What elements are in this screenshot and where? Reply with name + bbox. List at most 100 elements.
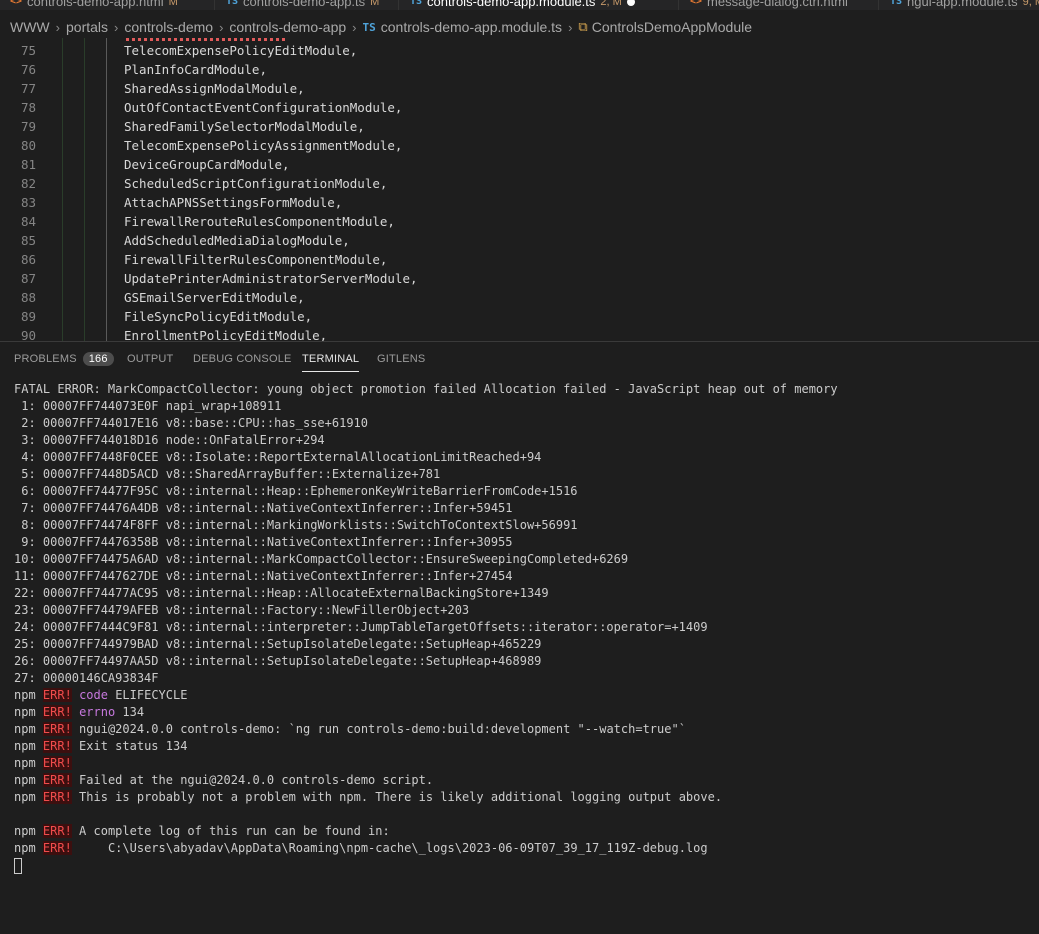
code-line: 84 FirewallRerouteRulesComponentModule, bbox=[0, 212, 1039, 231]
editor-tab[interactable]: TS ngui-app.module.ts 9, M bbox=[890, 0, 1039, 10]
breadcrumb-item-portals[interactable]: portals bbox=[66, 19, 108, 35]
terminal-text: This is probably not a problem with npm.… bbox=[71, 790, 723, 804]
modified-marker: 9, M bbox=[1022, 0, 1039, 8]
editor-tab[interactable]: <> message-dialog.ctrl.html bbox=[690, 0, 848, 10]
line-number: 79 bbox=[20, 119, 36, 134]
code-line: 89 FileSyncPolicyEditModule, bbox=[0, 307, 1039, 326]
code-line: 75 TelecomExpensePolicyEditModule, bbox=[0, 41, 1039, 60]
terminal-text: ELIFECYCLE bbox=[107, 688, 188, 702]
npm-err-label: ERR! bbox=[42, 688, 72, 702]
terminal-text: 6: 00007FF74477F95C v8::internal::Heap::… bbox=[14, 484, 578, 498]
tab-gitlens[interactable]: GITLENS bbox=[377, 342, 425, 376]
terminal-text: C:\Users\abyadav\AppData\Roaming\npm-cac… bbox=[71, 841, 708, 855]
terminal-line: 24: 00007FF7444C9F81 v8::internal::inter… bbox=[14, 619, 1034, 636]
breadcrumb-item-controls-demo-app[interactable]: controls-demo-app bbox=[229, 19, 346, 35]
code-line: 79 SharedFamilySelectorModalModule, bbox=[0, 117, 1039, 136]
terminal-text: ngui@2024.0.0 controls-demo: `ng run con… bbox=[71, 722, 686, 736]
terminal-line: npm ERR! Exit status 134 bbox=[14, 738, 1034, 755]
code-text: UpdatePrinterAdministratorServerModule, bbox=[124, 271, 418, 286]
code-line: 83 AttachAPNSSettingsFormModule, bbox=[0, 193, 1039, 212]
tab-gitlens-label: GITLENS bbox=[377, 353, 426, 365]
terminal-line: 7: 00007FF74476A4DB v8::internal::Native… bbox=[14, 500, 1034, 517]
code-line: 85 AddScheduledMediaDialogModule, bbox=[0, 231, 1039, 250]
tab-debug-console[interactable]: DEBUG CONSOLE bbox=[193, 342, 292, 376]
modified-marker: M bbox=[168, 0, 178, 8]
line-number: 87 bbox=[20, 271, 36, 286]
code-editor[interactable]: 75 TelecomExpensePolicyEditModule, 76 PlanI… bbox=[0, 38, 1039, 341]
unsaved-dot-icon[interactable] bbox=[626, 0, 635, 6]
terminal-line: 27: 00000146CA93834F bbox=[14, 670, 1034, 687]
terminal-text: A complete log of this run can be found … bbox=[71, 824, 390, 838]
tab-debug-console-label: DEBUG CONSOLE bbox=[193, 353, 292, 365]
npm-prefix: npm bbox=[14, 790, 36, 804]
typescript-file-icon: TS bbox=[890, 0, 903, 7]
code-text: TelecomExpensePolicyAssignmentModule, bbox=[124, 138, 403, 153]
tab-output[interactable]: OUTPUT bbox=[127, 342, 173, 376]
line-number: 84 bbox=[20, 214, 36, 229]
tab-terminal[interactable]: TERMINAL bbox=[302, 342, 360, 376]
terminal-text: Exit status 134 bbox=[71, 739, 188, 753]
typescript-file-icon: TS bbox=[226, 0, 239, 7]
terminal-line: npm ERR! code ELIFECYCLE bbox=[14, 687, 1034, 704]
module-symbol-icon: ⧉ bbox=[578, 19, 588, 34]
tab-separator bbox=[678, 0, 679, 10]
terminal-text: 8: 00007FF74474F8FF v8::internal::Markin… bbox=[14, 518, 578, 532]
terminal-line: 9: 00007FF74476358B v8::internal::Native… bbox=[14, 534, 1034, 551]
breadcrumb-item-controls-demo[interactable]: controls-demo bbox=[124, 19, 213, 35]
editor-tab[interactable]: TS controls-demo-app.ts M bbox=[226, 0, 379, 10]
npm-prefix: npm bbox=[14, 773, 36, 787]
editor-tab[interactable]: TS controls-demo-app.module.ts 2, M bbox=[410, 0, 635, 10]
tab-problems[interactable]: PROBLEMS 166 bbox=[14, 342, 114, 376]
code-text: DeviceGroupCardModule, bbox=[124, 157, 290, 172]
terminal-line: 25: 00007FF744979BAD v8::internal::Setup… bbox=[14, 636, 1034, 653]
terminal-line: 1: 00007FF744073E0F napi_wrap+108911 bbox=[14, 398, 1034, 415]
chevron-right-icon: › bbox=[352, 19, 357, 35]
code-text: TelecomExpensePolicyEditModule, bbox=[124, 43, 358, 58]
terminal-prompt-line[interactable] bbox=[14, 857, 1034, 874]
npm-err-label: ERR! bbox=[42, 841, 72, 855]
editor-tab-label: controls-demo-app.module.ts bbox=[427, 0, 596, 9]
terminal-line: npm ERR! errno 134 bbox=[14, 704, 1034, 721]
code-text: ScheduledScriptConfigurationModule, bbox=[124, 176, 388, 191]
npm-err-label: ERR! bbox=[42, 824, 72, 838]
tab-problems-label: PROBLEMS bbox=[14, 353, 77, 365]
terminal-text: 5: 00007FF7448D5ACD v8::SharedArrayBuffe… bbox=[14, 467, 441, 481]
terminal-line: 2: 00007FF744017E16 v8::base::CPU::has_s… bbox=[14, 415, 1034, 432]
terminal-line: npm ERR! bbox=[14, 755, 1034, 772]
terminal-text: 11: 00007FF7447627DE v8::internal::Nativ… bbox=[14, 569, 513, 583]
line-number: 81 bbox=[20, 157, 36, 172]
npm-err-key: errno bbox=[79, 705, 116, 719]
breadcrumb-item-www[interactable]: WWW bbox=[10, 19, 50, 35]
chevron-right-icon: › bbox=[568, 19, 573, 35]
problems-count-badge: 166 bbox=[82, 352, 114, 366]
terminal-text: FATAL ERROR: MarkCompactCollector: young… bbox=[14, 382, 838, 396]
terminal-line: 22: 00007FF74477AC95 v8::internal::Heap:… bbox=[14, 585, 1034, 602]
npm-err-label: ERR! bbox=[42, 722, 72, 736]
terminal-output[interactable]: FATAL ERROR: MarkCompactCollector: young… bbox=[14, 381, 1034, 874]
npm-prefix: npm bbox=[14, 705, 36, 719]
code-text: OutOfContactEventConfigurationModule, bbox=[124, 100, 403, 115]
editor-tab[interactable]: <> controls-demo-app.html M bbox=[10, 0, 178, 10]
typescript-file-icon: TS bbox=[362, 20, 376, 34]
terminal-line: npm ERR! C:\Users\abyadav\AppData\Roamin… bbox=[14, 840, 1034, 857]
html-file-icon: <> bbox=[690, 0, 703, 7]
terminal-text: 22: 00007FF74477AC95 v8::internal::Heap:… bbox=[14, 586, 549, 600]
code-text: FileSyncPolicyEditModule, bbox=[124, 309, 313, 324]
code-text: EnrollmentPolicyEditModule, bbox=[124, 328, 328, 341]
terminal-text: 24: 00007FF7444C9F81 v8::internal::inter… bbox=[14, 620, 708, 634]
terminal-line: npm ERR! This is probably not a problem … bbox=[14, 789, 1034, 806]
terminal-text: 7: 00007FF74476A4DB v8::internal::Native… bbox=[14, 501, 513, 515]
tab-separator bbox=[398, 0, 399, 10]
terminal-line: 26: 00007FF74497AA5D v8::internal::Setup… bbox=[14, 653, 1034, 670]
panel-tab-bar: PROBLEMS 166 OUTPUT DEBUG CONSOLE TERMIN… bbox=[0, 342, 1039, 376]
breadcrumb-symbol[interactable]: ControlsDemoAppModule bbox=[592, 19, 752, 35]
code-line: 87 UpdatePrinterAdministratorServerModule… bbox=[0, 269, 1039, 288]
terminal-line: 11: 00007FF7447627DE v8::internal::Nativ… bbox=[14, 568, 1034, 585]
code-line: 80 TelecomExpensePolicyAssignmentModule, bbox=[0, 136, 1039, 155]
npm-err-label: ERR! bbox=[42, 790, 72, 804]
tab-separator bbox=[878, 0, 879, 10]
code-text: SharedAssignModalModule, bbox=[124, 81, 305, 96]
code-text: GSEmailServerEditModule, bbox=[124, 290, 305, 305]
code-text: FirewallRerouteRulesComponentModule, bbox=[124, 214, 395, 229]
breadcrumb-file[interactable]: controls-demo-app.module.ts bbox=[381, 19, 562, 35]
